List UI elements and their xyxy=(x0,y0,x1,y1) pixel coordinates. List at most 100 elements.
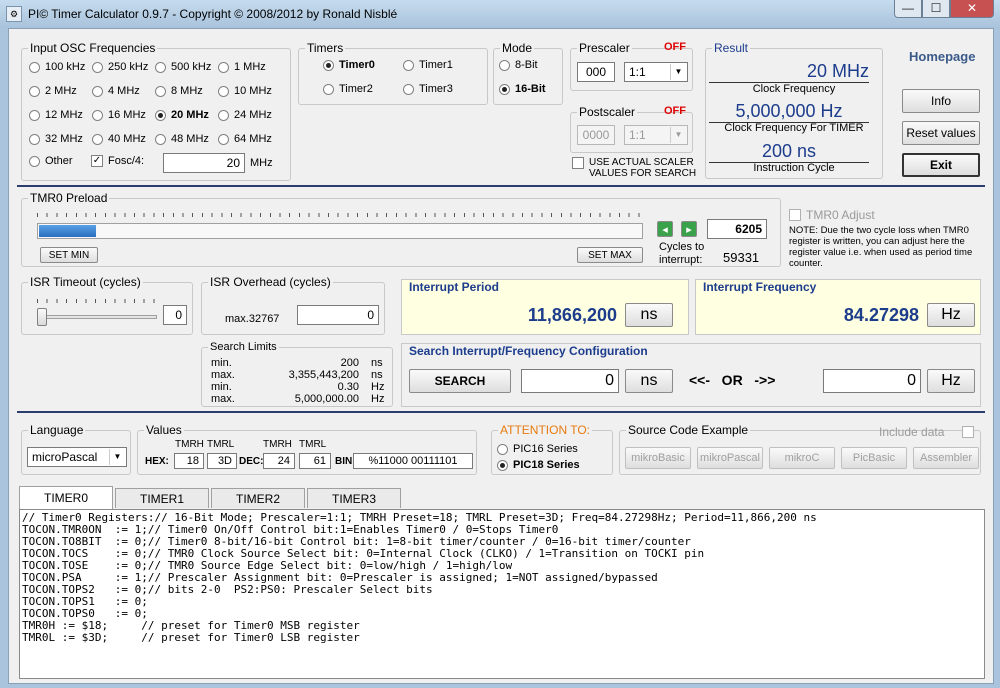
radio-icon xyxy=(218,85,229,97)
set-max-button[interactable]: SET MAX xyxy=(577,247,643,263)
source-button-picbasic[interactable]: PicBasic xyxy=(841,447,907,469)
tmrh-label: TMRH xyxy=(175,439,204,450)
homepage-link[interactable]: Homepage xyxy=(909,49,975,64)
tab-timer0[interactable]: TIMER0 xyxy=(19,486,113,509)
attention-radio-pic16-series[interactable]: PIC16 Series xyxy=(497,443,578,455)
arrow-left-icon[interactable]: ◂ xyxy=(657,221,673,237)
source-button-mikrobasic[interactable]: mikroBasic xyxy=(625,447,691,469)
fosc4-checkbox[interactable]: ✓ Fosc/4: xyxy=(91,155,144,167)
search-period-input[interactable]: 0 xyxy=(521,369,619,393)
check-icon: ✓ xyxy=(91,155,103,167)
postscaler-ratio-select: 1:1 ▼ xyxy=(624,125,688,145)
osc-radio-250-khz[interactable]: 250 kHz xyxy=(92,61,148,73)
osc-radio-48-mhz[interactable]: 48 MHz xyxy=(155,133,209,145)
osc-radio-8-mhz[interactable]: 8 MHz xyxy=(155,85,203,97)
radio-icon xyxy=(403,59,414,71)
source-button-mikropascal[interactable]: mikroPascal xyxy=(697,447,763,469)
frequency-unit-button[interactable]: Hz xyxy=(927,303,975,327)
search-period-unit-button[interactable]: ns xyxy=(625,369,673,393)
radio-icon xyxy=(29,61,40,73)
app-icon: ⚙ xyxy=(6,6,22,22)
language-select[interactable]: microPascal ▼ xyxy=(27,447,127,467)
interrupt-frequency-title: Interrupt Frequency xyxy=(703,280,817,294)
osc-radio-40-mhz[interactable]: 40 MHz xyxy=(92,133,146,145)
limit-value: 0.30 xyxy=(337,381,359,393)
timer-radio-timer1[interactable]: Timer1 xyxy=(403,59,453,71)
prescaler-value[interactable]: 000 xyxy=(577,62,615,82)
limit-value: 200 xyxy=(340,357,359,369)
separator xyxy=(17,185,985,187)
preload-value-input[interactable]: 6205 xyxy=(707,219,767,239)
osc-radio-4-mhz[interactable]: 4 MHz xyxy=(92,85,140,97)
search-frequency-unit-button[interactable]: Hz xyxy=(927,369,975,393)
timer-radio-timer0[interactable]: Timer0 xyxy=(323,59,375,71)
interrupt-period-value: 11,866,200 xyxy=(527,305,617,325)
osc-radio-24-mhz[interactable]: 24 MHz xyxy=(218,109,272,121)
osc-other-radio[interactable]: Other xyxy=(29,155,73,167)
info-button[interactable]: Info xyxy=(902,89,980,113)
bin-value: %11000 00111101 xyxy=(353,453,473,469)
radio-icon xyxy=(155,61,166,73)
period-unit-button[interactable]: ns xyxy=(625,303,673,327)
isr-timeout-thumb[interactable] xyxy=(37,308,47,326)
exit-button[interactable]: Exit xyxy=(902,153,980,177)
timers-group: Timers xyxy=(298,41,488,105)
tmr0-adjust-checkbox[interactable]: TMR0 Adjust xyxy=(789,208,875,222)
radio-icon xyxy=(29,155,40,167)
isr-timeout-input[interactable]: 0 xyxy=(163,305,187,325)
source-button-assembler[interactable]: Assembler xyxy=(913,447,979,469)
osc-other-unit: MHz xyxy=(250,157,273,169)
isr-overhead-input[interactable]: 0 xyxy=(297,305,379,325)
close-button[interactable]: ✕ xyxy=(950,0,994,18)
radio-icon xyxy=(92,85,103,97)
osc-radio-32-mhz[interactable]: 32 MHz xyxy=(29,133,83,145)
osc-radio-12-mhz[interactable]: 12 MHz xyxy=(29,109,83,121)
search-frequency-input[interactable]: 0 xyxy=(823,369,921,393)
tab-timer3[interactable]: TIMER3 xyxy=(307,488,401,508)
hex-high: 18 xyxy=(174,453,204,469)
tab-timer1[interactable]: TIMER1 xyxy=(115,488,209,508)
tmrl-label: TMRL xyxy=(299,439,327,450)
osc-radio-100-khz[interactable]: 100 kHz xyxy=(29,61,85,73)
osc-radio-1-mhz[interactable]: 1 MHz xyxy=(218,61,266,73)
window-title: PI© Timer Calculator 0.9.7 - Copyright ©… xyxy=(28,7,398,21)
maximize-button[interactable]: ☐ xyxy=(922,0,950,18)
set-min-button[interactable]: SET MIN xyxy=(40,247,98,263)
use-actual-checkbox[interactable]: USE ACTUAL SCALER VALUES FOR SEARCH xyxy=(572,157,696,179)
timer-radio-timer2[interactable]: Timer2 xyxy=(323,83,373,95)
arrow-right-icon[interactable]: ▸ xyxy=(681,221,697,237)
radio-icon xyxy=(323,83,334,95)
adjust-note: NOTE: Due the two cycle loss when TMR0 r… xyxy=(789,225,973,269)
osc-other-input[interactable]: 20 xyxy=(163,153,245,173)
osc-radio-20-mhz[interactable]: 20 MHz xyxy=(155,109,209,121)
preload-slider[interactable] xyxy=(37,223,643,239)
isr-timeout-slider[interactable] xyxy=(37,315,157,319)
mode-radio-16-bit[interactable]: 16-Bit xyxy=(499,83,546,95)
osc-radio-2-mhz[interactable]: 2 MHz xyxy=(29,85,77,97)
osc-radio-500-khz[interactable]: 500 kHz xyxy=(155,61,211,73)
dec-high: 24 xyxy=(263,453,295,469)
code-output[interactable]: // Timer0 Registers:// 16-Bit Mode; Pres… xyxy=(19,509,985,679)
limit-label: max. xyxy=(211,393,235,405)
cycles-label: Cycles to interrupt: xyxy=(659,241,705,266)
limit-value: 3,355,443,200 xyxy=(288,369,359,381)
minimize-button[interactable]: — xyxy=(894,0,922,18)
hex-low: 3D xyxy=(207,453,237,469)
source-button-mikroc[interactable]: mikroC xyxy=(769,447,835,469)
osc-radio-64-mhz[interactable]: 64 MHz xyxy=(218,133,272,145)
mode-radio-8-bit[interactable]: 8-Bit xyxy=(499,59,538,71)
limit-unit: ns xyxy=(371,357,383,369)
preload-ticks xyxy=(37,213,643,217)
limit-unit: Hz xyxy=(371,381,385,393)
timer-radio-timer3[interactable]: Timer3 xyxy=(403,83,453,95)
osc-radio-10-mhz[interactable]: 10 MHz xyxy=(218,85,272,97)
clock-value: 20 MHz xyxy=(709,61,869,83)
attention-radio-pic18-series[interactable]: PIC18 Series xyxy=(497,459,580,471)
reset-values-button[interactable]: Reset values xyxy=(902,121,980,145)
search-button[interactable]: SEARCH xyxy=(409,369,511,393)
tab-timer2[interactable]: TIMER2 xyxy=(211,488,305,508)
prescaler-ratio-select[interactable]: 1:1 ▼ xyxy=(624,62,688,82)
osc-radio-16-mhz[interactable]: 16 MHz xyxy=(92,109,146,121)
radio-icon xyxy=(29,85,40,97)
include-data-checkbox[interactable] xyxy=(962,426,974,438)
